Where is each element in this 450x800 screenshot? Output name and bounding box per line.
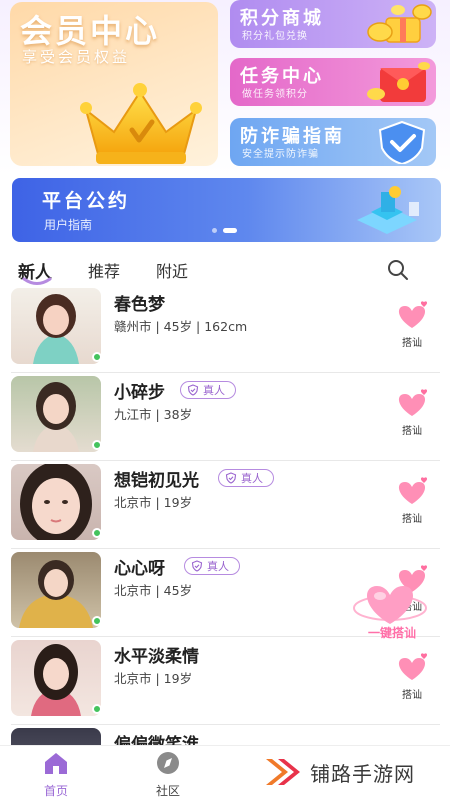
verified-shield-icon <box>225 472 237 484</box>
user-name: 水平淡柔情 <box>114 647 199 667</box>
user-info: 北京市 | 19岁 <box>114 495 193 510</box>
user-row[interactable]: 春色梦 赣州市 | 45岁 | 162cm 搭讪 <box>0 286 450 374</box>
member-center-subtitle: 享受会员权益 <box>22 48 131 66</box>
carousel-dot-active <box>223 228 237 233</box>
verified-shield-icon <box>187 384 199 396</box>
nav-home[interactable]: 首页 <box>26 750 86 798</box>
verified-badge: 真人 <box>218 469 274 487</box>
verified-label: 真人 <box>203 384 225 397</box>
watermark-logo-icon <box>266 759 300 785</box>
row-divider <box>11 548 440 549</box>
chat-up-label: 搭讪 <box>402 426 422 437</box>
carousel-dot <box>212 228 217 233</box>
nav-community-label: 社区 <box>155 784 180 798</box>
heart-icon <box>398 301 428 328</box>
avatar[interactable] <box>11 728 101 746</box>
row-divider <box>11 724 440 725</box>
red-envelope-icon <box>367 62 430 102</box>
chat-up-button[interactable]: 搭讪 <box>392 650 432 701</box>
task-center-subtitle: 做任务领积分 <box>242 89 308 100</box>
platform-convention-banner[interactable]: 平台公约 用户指南 <box>12 178 441 242</box>
member-center-card[interactable]: 会员中心 享受会员权益 <box>10 2 218 166</box>
tab-recommend[interactable]: 推荐 <box>88 258 120 288</box>
verified-shield-icon <box>191 560 203 572</box>
compass-icon <box>157 752 179 774</box>
verified-label: 真人 <box>241 472 263 485</box>
tab-nearby[interactable]: 附近 <box>156 258 188 288</box>
user-row[interactable]: 偏偏微笑淮 <box>0 726 450 746</box>
row-divider <box>11 372 440 373</box>
anti-fraud-card[interactable]: 防诈骗指南 安全提示防诈骗 <box>230 118 436 166</box>
user-list: 春色梦 赣州市 | 45岁 | 162cm 搭讪 小碎步 真人 九江市 | 38… <box>0 286 450 746</box>
user-name: 想铠初见光 <box>114 471 199 491</box>
crown-icon <box>80 83 202 164</box>
verified-badge: 真人 <box>184 557 240 575</box>
platform-illustration-icon <box>357 186 419 234</box>
chat-up-label: 搭讪 <box>402 338 422 349</box>
nav-home-label: 首页 <box>43 784 68 798</box>
user-info: 北京市 | 19岁 <box>114 671 193 686</box>
heart-icon <box>398 389 428 416</box>
heart-icon <box>398 477 428 504</box>
user-name: 偏偏微笑淮 <box>114 735 199 746</box>
points-mall-card[interactable]: 积分商城 积分礼包兑换 <box>230 0 436 48</box>
anti-fraud-subtitle: 安全提示防诈骗 <box>242 149 319 160</box>
avatar[interactable] <box>11 552 101 628</box>
watermark-text: 铺路手游网 <box>310 761 415 786</box>
chat-up-button[interactable]: 搭讪 <box>392 386 432 437</box>
user-row[interactable]: 想铠初见光 真人 北京市 | 19岁 搭讪 <box>0 462 450 550</box>
user-info: 九江市 | 38岁 <box>114 407 193 422</box>
avatar[interactable] <box>11 640 101 716</box>
online-status-dot <box>92 704 102 714</box>
avatar[interactable] <box>11 464 101 540</box>
heart-icon <box>398 653 428 680</box>
banner-subtitle: 用户指南 <box>44 218 93 232</box>
nav-community[interactable]: 社区 <box>138 750 198 798</box>
points-mall-subtitle: 积分礼包兑换 <box>242 31 308 42</box>
user-name: 小碎步 <box>114 383 165 403</box>
chat-up-button[interactable]: 搭讪 <box>392 474 432 525</box>
user-row[interactable]: 小碎步 真人 九江市 | 38岁 搭讪 <box>0 374 450 462</box>
bottom-nav: 首页 社区 铺路手游网 <box>0 745 450 800</box>
online-status-dot <box>92 440 102 450</box>
user-name: 心心呀 <box>114 559 165 579</box>
tab-active-indicator <box>22 277 52 285</box>
chat-up-label: 搭讪 <box>402 514 422 525</box>
online-status-dot <box>92 616 102 626</box>
banner-title: 平台公约 <box>42 190 131 212</box>
search-icon[interactable] <box>386 258 410 282</box>
user-info: 北京市 | 45岁 <box>114 583 193 598</box>
verified-label: 真人 <box>207 560 229 573</box>
online-status-dot <box>92 528 102 538</box>
avatar[interactable] <box>11 288 101 364</box>
user-row[interactable]: 水平淡柔情 北京市 | 19岁 搭讪 <box>0 638 450 726</box>
chat-up-label: 搭讪 <box>402 690 422 701</box>
one-key-chat-button[interactable]: 一键搭讪 <box>350 572 430 644</box>
online-status-dot <box>92 352 102 362</box>
verified-badge: 真人 <box>180 381 236 399</box>
carousel-indicator <box>212 228 237 233</box>
home-icon <box>45 753 67 774</box>
user-info: 赣州市 | 45岁 | 162cm <box>114 319 248 334</box>
avatar[interactable] <box>11 376 101 452</box>
watermark: 铺路手游网 <box>262 752 442 792</box>
shield-check-icon <box>378 120 426 164</box>
row-divider <box>11 460 440 461</box>
user-name: 春色梦 <box>114 295 165 315</box>
one-key-chat-label: 一键搭讪 <box>367 626 416 640</box>
big-heart-icon <box>353 586 427 624</box>
chat-up-button[interactable]: 搭讪 <box>392 298 432 349</box>
coins-gift-icon <box>367 4 432 43</box>
task-center-card[interactable]: 任务中心 做任务领积分 <box>230 58 436 106</box>
